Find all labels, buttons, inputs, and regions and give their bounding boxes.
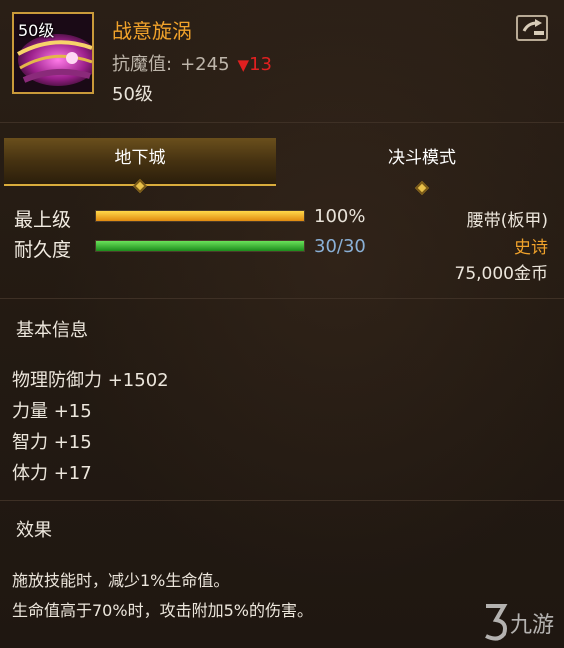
tab-dungeon-label: 地下城	[114, 148, 166, 168]
grade-value: 100%	[314, 206, 366, 227]
resist-diff: 13	[249, 54, 272, 75]
resist-label: 抗魔值:	[112, 54, 173, 75]
item-name: 战意旋涡	[112, 19, 192, 43]
durability-label: 耐久度	[14, 239, 72, 261]
stat-line: 物理防御力 +1502	[12, 370, 169, 391]
tab-dungeon[interactable]: 地下城	[4, 138, 276, 194]
down-arrow-icon: ▼	[237, 56, 250, 74]
resist-row: 抗魔值: +245 ▼13	[112, 50, 272, 76]
basic-info-title: 基本信息	[16, 320, 88, 341]
grade-label: 最上级	[14, 209, 72, 231]
stat-line: 力量 +15	[12, 401, 92, 422]
section-divider	[0, 298, 564, 299]
durability-value: 30/30	[314, 236, 366, 257]
effect-line: 生命值高于70%时，攻击附加5%的伤害。	[12, 601, 313, 620]
tab-duel[interactable]: 决斗模式	[284, 138, 560, 196]
durability-bar-fill	[96, 241, 304, 251]
durability-bar	[95, 240, 305, 252]
stat-line: 智力 +15	[12, 432, 92, 453]
resist-value: +245	[180, 54, 230, 75]
header-divider	[0, 122, 564, 123]
section-divider	[0, 500, 564, 501]
watermark-text: 九游	[510, 613, 554, 638]
item-level: 50级	[112, 84, 153, 105]
item-type: 腰带(板甲)	[466, 211, 548, 231]
item-price: 75,000金币	[454, 264, 548, 284]
effect-line: 施放技能时，减少1%生命值。	[12, 571, 230, 590]
belt-item-icon: 50级	[12, 12, 94, 94]
item-rarity: 史诗	[514, 238, 548, 258]
grade-bar	[95, 210, 305, 222]
share-button[interactable]	[516, 15, 548, 41]
item-level-badge: 50级	[18, 21, 55, 40]
effect-title: 效果	[16, 520, 52, 541]
tab-duel-label: 决斗模式	[388, 148, 456, 168]
stat-line: 体力 +17	[12, 463, 92, 484]
grade-bar-fill	[96, 211, 304, 221]
share-icon	[522, 19, 544, 35]
jiuyou-watermark: 九游	[478, 600, 562, 644]
jiuyou-logo-icon: 九游	[485, 604, 554, 641]
